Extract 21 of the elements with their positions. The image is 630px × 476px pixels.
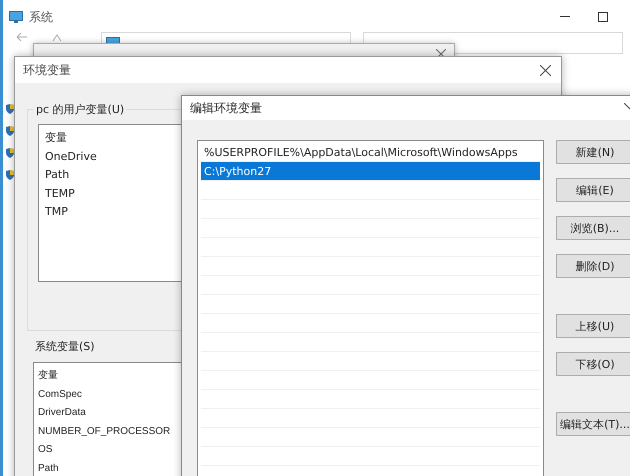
window-title: 系统 [29, 8, 53, 26]
dialog-button[interactable]: 下移(O) [556, 352, 630, 376]
window-title: 环境变量 [23, 62, 71, 78]
dialog-button[interactable]: 上移(U) [556, 314, 630, 338]
shield-icon [6, 104, 14, 114]
maximize-icon[interactable] [598, 12, 608, 22]
list-item[interactable]: C:\Python27 [201, 162, 540, 181]
shield-icon [6, 148, 14, 158]
dialog-button[interactable]: 浏览(B)... [556, 216, 630, 240]
shield-icon [6, 170, 14, 180]
monitor-icon [9, 11, 23, 23]
group-label: pc 的用户变量(U) [34, 102, 126, 117]
path-list[interactable]: %USERPROFILE%\AppData\Local\Microsoft\WindowsApps C:\Python27 [197, 140, 544, 476]
minimize-icon[interactable] [560, 16, 570, 18]
dialog-button[interactable]: 编辑(E) [556, 178, 630, 202]
window-title: 编辑环境变量 [190, 100, 262, 116]
group-label: 系统变量(S) [35, 339, 96, 354]
dialog-button[interactable]: 编辑文本(T)... [556, 412, 630, 436]
dialog-button[interactable]: 新建(N) [556, 140, 630, 164]
dialog-button[interactable]: 删除(D) [556, 254, 630, 278]
shield-icon [6, 126, 14, 136]
